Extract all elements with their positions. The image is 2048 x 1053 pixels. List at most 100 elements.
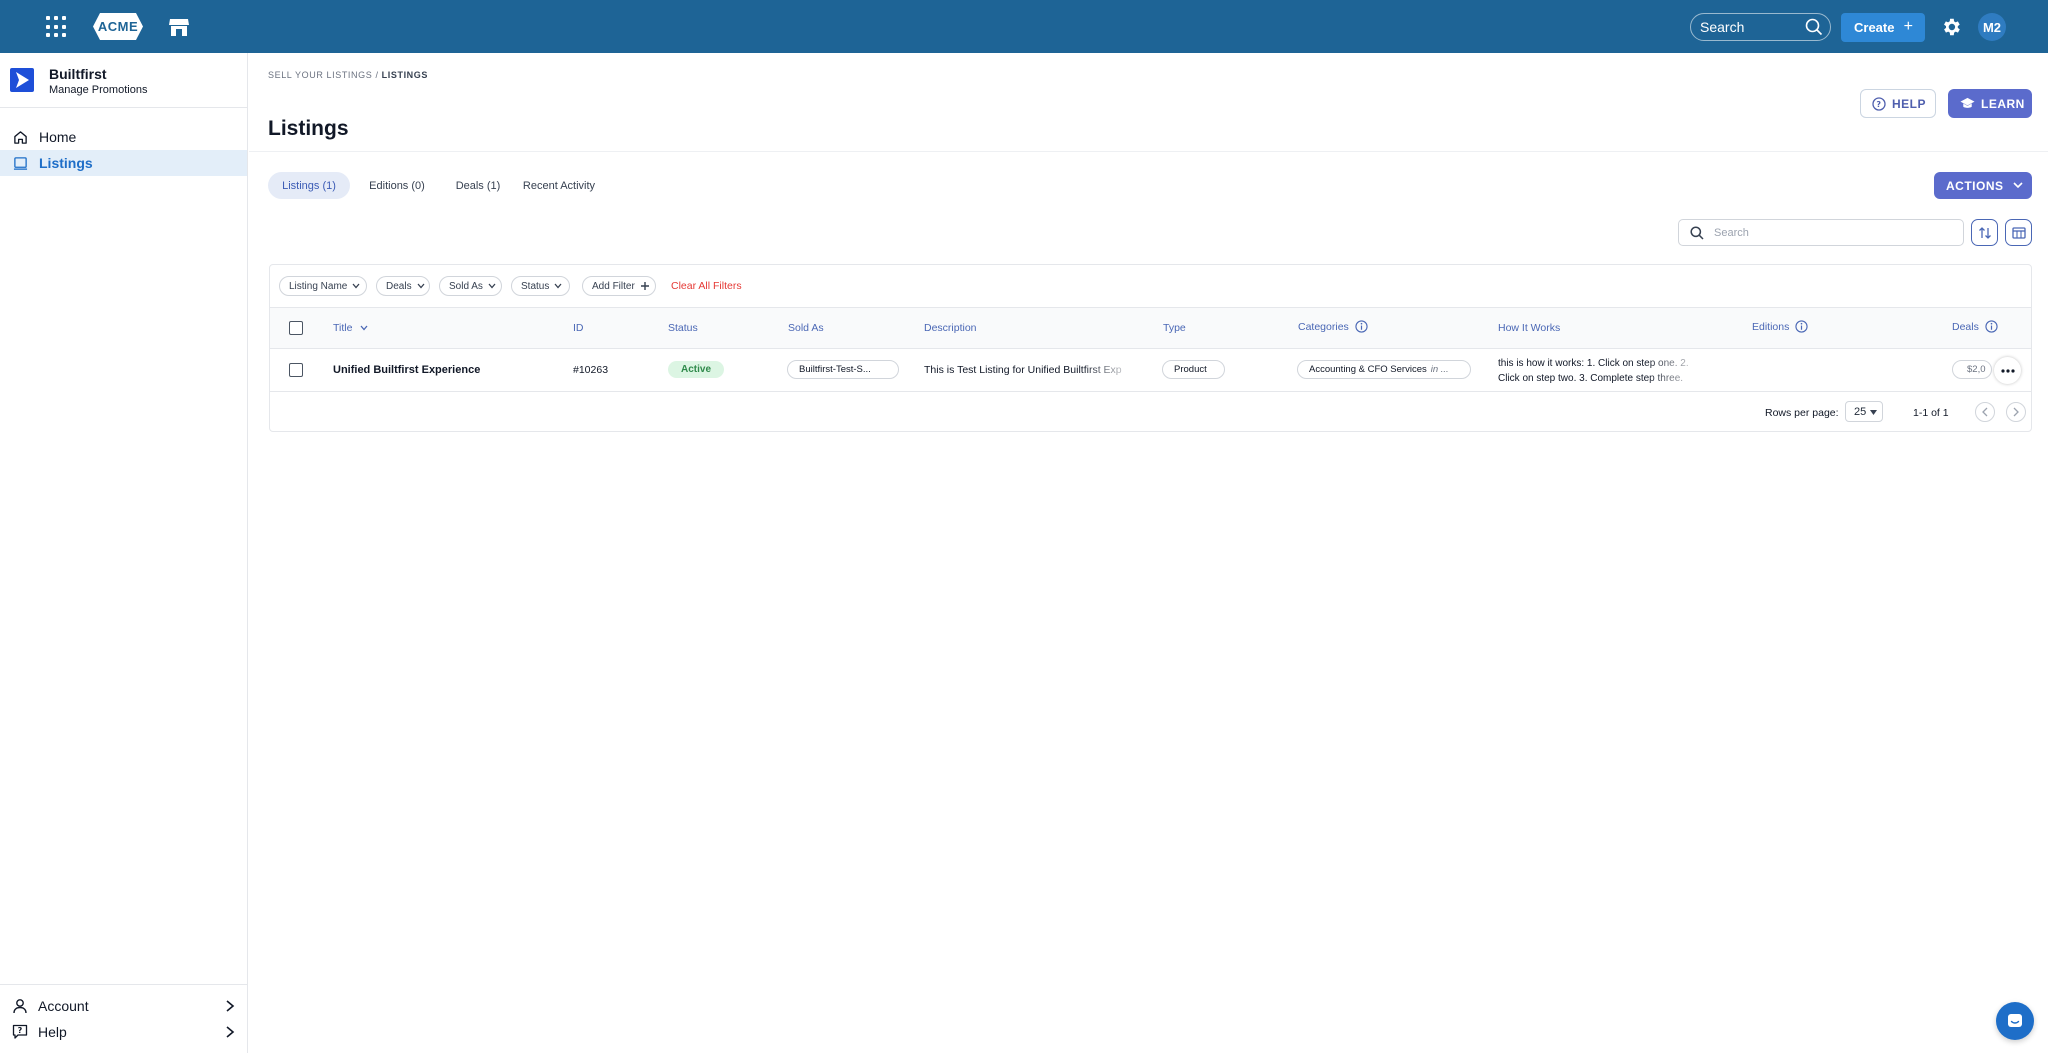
listings-table: Listing Name Deals Sold As Status Add Fi… <box>269 264 2032 432</box>
chevron-right-icon <box>226 1026 235 1038</box>
category-label: Accounting & CFO Services <box>1309 364 1427 375</box>
rows-per-page-label: Rows per page: <box>1765 407 1839 419</box>
listing-title[interactable]: Unified Builtfirst Experience <box>333 364 480 376</box>
status-badge: Active <box>668 361 724 378</box>
sold-as-pill: Builtfirst-Test-S... <box>787 360 899 379</box>
column-id[interactable]: ID <box>573 322 584 334</box>
columns-button[interactable] <box>2005 219 2032 246</box>
listing-description: This is Test Listing for Unified Builtfi… <box>924 364 1122 376</box>
logo-text: ACME <box>97 19 139 34</box>
column-categories[interactable]: Categories <box>1298 320 1368 333</box>
how-it-works-text: this is how it works: 1. Click on step o… <box>1498 356 1708 386</box>
column-description[interactable]: Description <box>924 322 977 334</box>
chevron-down-icon <box>554 283 562 289</box>
how-it-works-line: Click on step two. 3. Complete step thre… <box>1498 373 1684 384</box>
table-row[interactable]: Unified Builtfirst Experience #10263 Act… <box>270 349 2031 392</box>
svg-text:?: ? <box>1876 100 1881 109</box>
sidebar-item-label: Help <box>38 1024 67 1040</box>
type-pill: Product <box>1162 360 1225 379</box>
create-button[interactable]: Create + <box>1841 13 1925 42</box>
chevron-right-icon <box>226 1000 235 1012</box>
breadcrumb-parent[interactable]: SELL YOUR LISTINGS <box>268 70 372 80</box>
column-label: Deals <box>1952 320 1979 333</box>
chat-icon <box>2008 1014 2022 1027</box>
tab-editions[interactable]: Editions (0) <box>360 172 434 199</box>
table-search-input[interactable]: Search <box>1678 219 1964 246</box>
chevron-down-icon <box>352 283 360 289</box>
info-icon[interactable] <box>1355 320 1368 333</box>
sidebar-item-label: Account <box>38 998 89 1014</box>
column-type[interactable]: Type <box>1163 322 1186 334</box>
sidebar-item-home[interactable]: Home <box>0 124 247 150</box>
pagination-range: 1-1 of 1 <box>1913 407 1949 419</box>
info-icon[interactable] <box>1795 320 1808 333</box>
learn-button[interactable]: LEARN <box>1948 89 2032 118</box>
plus-icon <box>640 282 649 290</box>
column-label: Categories <box>1298 320 1349 333</box>
column-title[interactable]: Title <box>333 322 368 334</box>
chevron-down-icon <box>417 283 425 289</box>
select-all-checkbox[interactable] <box>289 321 303 335</box>
column-how-it-works[interactable]: How It Works <box>1498 322 1560 334</box>
help-icon: ? <box>12 1024 28 1039</box>
column-label: Type <box>1163 322 1186 334</box>
filter-label: Status <box>521 280 550 292</box>
sidebar-item-account[interactable]: Account <box>0 993 247 1019</box>
info-icon[interactable] <box>1985 320 1998 333</box>
chevron-left-icon <box>1982 407 1988 417</box>
store-icon[interactable] <box>168 16 190 38</box>
column-label: How It Works <box>1498 322 1561 334</box>
svg-text:?: ? <box>18 1026 23 1035</box>
rows-per-page-value: 25 <box>1854 405 1867 418</box>
global-search-input[interactable]: Search <box>1690 13 1831 41</box>
tab-recent-activity[interactable]: Recent Activity <box>518 172 600 199</box>
tab-listings[interactable]: Listings (1) <box>268 172 350 199</box>
clear-all-filters-link[interactable]: Clear All Filters <box>671 280 742 292</box>
builtfirst-logo-icon <box>10 68 34 92</box>
category-suffix: in ... <box>1430 364 1449 375</box>
apps-grid-icon[interactable] <box>46 16 68 38</box>
filter-deals[interactable]: Deals <box>376 276 430 296</box>
deals-pill: $2,0 <box>1952 360 1992 379</box>
chevron-down-icon <box>2013 182 2023 189</box>
sidebar-item-label: Listings <box>39 155 93 171</box>
brand-subtitle: Manage Promotions <box>49 84 148 96</box>
row-more-button[interactable] <box>1994 357 2021 384</box>
tab-deals[interactable]: Deals (1) <box>449 172 507 199</box>
sort-arrows-icon <box>1978 226 1991 239</box>
filter-status[interactable]: Status <box>511 276 570 296</box>
column-status[interactable]: Status <box>668 322 698 334</box>
previous-page-button[interactable] <box>1975 402 1995 422</box>
column-editions[interactable]: Editions <box>1752 320 1808 333</box>
more-horizontal-icon <box>2000 368 2015 373</box>
column-label: Status <box>668 322 698 334</box>
column-label: ID <box>573 322 584 334</box>
graduation-cap-icon <box>1960 97 1975 108</box>
filter-sold-as[interactable]: Sold As <box>439 276 502 296</box>
filter-label: Sold As <box>449 280 483 292</box>
question-circle-icon: ? <box>1872 96 1886 111</box>
sidebar-item-help[interactable]: ? Help <box>0 1019 247 1045</box>
next-page-button[interactable] <box>2006 402 2026 422</box>
support-chat-button[interactable] <box>1996 1002 2034 1040</box>
breadcrumb-separator: / <box>375 70 379 80</box>
filter-listing-name[interactable]: Listing Name <box>279 276 367 296</box>
top-bar: ACME Search Create + M2 <box>0 0 2048 53</box>
chevron-down-icon <box>488 283 496 289</box>
sidebar-item-listings[interactable]: Listings <box>0 150 247 176</box>
add-filter-button[interactable]: Add Filter <box>582 276 656 296</box>
brand[interactable]: Builtfirst Manage Promotions <box>10 64 240 104</box>
actions-button[interactable]: ACTIONS <box>1934 172 2032 199</box>
rows-per-page-select[interactable]: 25 <box>1845 401 1883 422</box>
chevron-right-icon <box>2013 407 2019 417</box>
table-search-placeholder: Search <box>1714 226 1749 239</box>
column-sold-as[interactable]: Sold As <box>788 322 824 334</box>
pagination-bar: Rows per page: 25 1-1 of 1 <box>270 393 2031 433</box>
help-button[interactable]: ? HELP <box>1860 89 1936 118</box>
user-avatar[interactable]: M2 <box>1978 13 2006 41</box>
row-checkbox[interactable] <box>289 363 303 377</box>
sort-button[interactable] <box>1971 219 1998 246</box>
filter-label: Add Filter <box>592 280 635 292</box>
gear-icon[interactable] <box>1940 16 1962 38</box>
column-deals[interactable]: Deals <box>1952 320 1998 333</box>
